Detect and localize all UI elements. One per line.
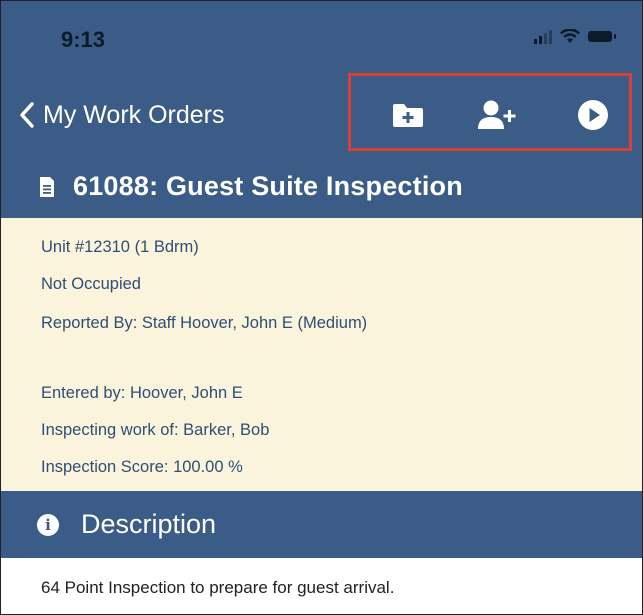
status-icons bbox=[534, 29, 616, 44]
status-time: 9:13 bbox=[61, 27, 106, 52]
work-order-details: Unit #12310 (1 Bdrm) Not Occupied Report… bbox=[1, 218, 642, 491]
nav-bar: My Work Orders bbox=[1, 73, 642, 155]
start-button[interactable] bbox=[571, 95, 615, 135]
play-circle-icon bbox=[578, 100, 608, 130]
add-folder-button[interactable] bbox=[386, 95, 430, 135]
chevron-left-icon bbox=[20, 102, 34, 128]
app-screen: 9:13 My Work Orders 61088: Guest Suite I… bbox=[0, 0, 643, 615]
folder-plus-icon bbox=[393, 104, 423, 127]
back-button[interactable]: My Work Orders bbox=[19, 95, 225, 135]
user-plus-icon bbox=[478, 100, 516, 129]
work-order-title-bar: 61088: Guest Suite Inspection bbox=[1, 155, 642, 218]
description-header: i Description bbox=[1, 491, 642, 558]
battery-icon bbox=[588, 31, 616, 42]
entered-by: Entered by: Hoover, John E bbox=[41, 384, 243, 402]
unit-info: Unit #12310 (1 Bdrm) bbox=[41, 238, 199, 256]
inspecting-work-of: Inspecting work of: Barker, Bob bbox=[41, 421, 270, 439]
cellular-signal-icon bbox=[534, 29, 552, 44]
wifi-icon bbox=[560, 29, 580, 43]
description-text: 64 Point Inspection to prepare for guest… bbox=[41, 578, 395, 597]
inspection-score: Inspection Score: 100.00 % bbox=[41, 458, 243, 476]
info-icon: i bbox=[37, 513, 59, 536]
occupancy-status: Not Occupied bbox=[41, 275, 141, 293]
back-label: My Work Orders bbox=[43, 100, 225, 129]
reported-by: Reported By: Staff Hoover, John E (Mediu… bbox=[41, 314, 368, 332]
status-bar: 9:13 bbox=[1, 1, 642, 77]
description-title: Description bbox=[81, 509, 217, 539]
work-order-title: 61088: Guest Suite Inspection bbox=[73, 171, 463, 201]
add-user-button[interactable] bbox=[475, 95, 519, 135]
document-icon bbox=[40, 176, 54, 197]
description-body: 64 Point Inspection to prepare for guest… bbox=[1, 558, 642, 614]
